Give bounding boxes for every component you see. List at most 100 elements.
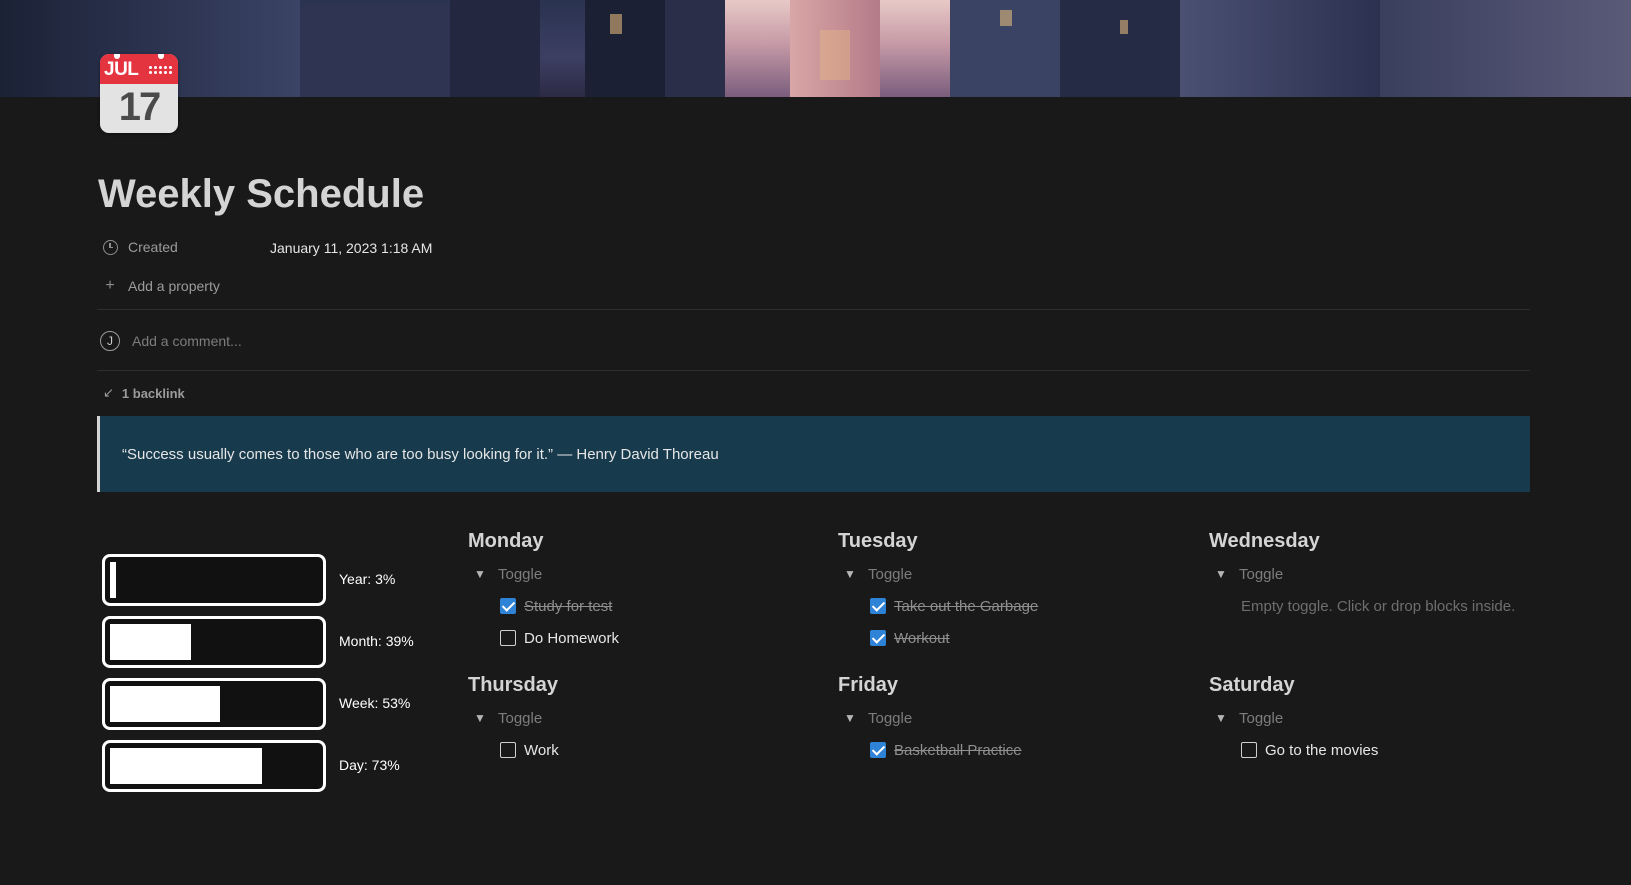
todo-text[interactable]: Go to the movies <box>1265 742 1378 759</box>
todo-text[interactable]: Workout <box>894 630 950 647</box>
day-heading[interactable]: Thursday <box>468 674 798 702</box>
day-column-thursday: Thursday ▼ Toggle Work <box>468 674 798 766</box>
day-column-friday: Friday ▼ Toggle Basketball Practice <box>838 674 1168 766</box>
empty-toggle-hint[interactable]: Empty toggle. Click or drop blocks insid… <box>1241 590 1539 622</box>
todo-item[interactable]: Basketball Practice <box>870 734 1168 766</box>
day-heading[interactable]: Wednesday <box>1209 530 1539 558</box>
toggle-block[interactable]: ▼ Toggle <box>474 702 798 734</box>
page-title[interactable]: Weekly Schedule <box>98 172 424 217</box>
checkbox-unchecked[interactable] <box>500 742 516 758</box>
calendar-dots-icon <box>148 65 172 75</box>
quote-text: “Success usually comes to those who are … <box>122 445 719 463</box>
checkbox-checked[interactable] <box>870 742 886 758</box>
todo-item[interactable]: Work <box>500 734 798 766</box>
quote-block[interactable]: “Success usually comes to those who are … <box>97 416 1530 492</box>
checkbox-checked[interactable] <box>870 598 886 614</box>
comment-placeholder: Add a comment... <box>132 333 242 349</box>
calendar-header: JUL <box>100 54 178 84</box>
todo-item[interactable]: Take out the Garbage <box>870 590 1168 622</box>
property-created[interactable]: Created <box>102 239 178 255</box>
progress-bar-fill <box>110 686 220 722</box>
toggle-block[interactable]: ▼ Toggle <box>1215 702 1539 734</box>
checkbox-checked[interactable] <box>870 630 886 646</box>
cover-building <box>1380 0 1631 97</box>
todo-text[interactable]: Study for test <box>524 598 612 615</box>
calendar-ring-icon <box>158 54 164 59</box>
arrow-down-left-icon: ↙ <box>103 385 114 400</box>
comment-input[interactable]: J Add a comment... <box>100 331 242 351</box>
day-column-monday: Monday ▼ Toggle Study for test Do Homework <box>468 530 798 654</box>
cover-building <box>1180 0 1380 97</box>
checkbox-checked[interactable] <box>500 598 516 614</box>
todo-text[interactable]: Work <box>524 742 559 759</box>
todo-text[interactable]: Take out the Garbage <box>894 598 1038 615</box>
todo-text[interactable]: Do Homework <box>524 630 619 647</box>
toggle-triangle-icon[interactable]: ▼ <box>1215 711 1227 725</box>
progress-bar-fill <box>110 748 262 784</box>
cover-building <box>450 0 540 97</box>
progress-bar <box>102 554 326 606</box>
cover-building <box>1060 0 1180 97</box>
add-property-label: Add a property <box>128 278 220 294</box>
toggle-label: Toggle <box>868 565 913 583</box>
backlink-button[interactable]: ↙ 1 backlink <box>103 385 185 401</box>
cover-building <box>665 0 725 97</box>
toggle-triangle-icon[interactable]: ▼ <box>844 711 856 725</box>
divider <box>97 370 1530 371</box>
toggle-block[interactable]: ▼ Toggle <box>844 558 1168 590</box>
cover-window <box>1120 20 1128 34</box>
calendar-day: 17 <box>118 85 162 129</box>
checkbox-unchecked[interactable] <box>1241 742 1257 758</box>
progress-label: Day: 73% <box>339 757 400 773</box>
cover-window <box>1000 10 1012 26</box>
toggle-block[interactable]: ▼ Toggle <box>844 702 1168 734</box>
day-column-saturday: Saturday ▼ Toggle Go to the movies <box>1209 674 1539 766</box>
progress-bar <box>102 616 326 668</box>
toggle-triangle-icon[interactable]: ▼ <box>474 567 486 581</box>
toggle-triangle-icon[interactable]: ▼ <box>844 567 856 581</box>
toggle-label: Toggle <box>498 709 543 727</box>
day-heading[interactable]: Tuesday <box>838 530 1168 558</box>
day-heading[interactable]: Friday <box>838 674 1168 702</box>
toggle-block[interactable]: ▼ Toggle <box>1215 558 1539 590</box>
toggle-triangle-icon[interactable]: ▼ <box>474 711 486 725</box>
progress-label: Year: 3% <box>339 571 396 587</box>
day-heading[interactable]: Monday <box>468 530 798 558</box>
cover-building <box>585 0 665 97</box>
toggle-label: Toggle <box>868 709 913 727</box>
toggle-label: Toggle <box>498 565 543 583</box>
property-created-value: January 11, 2023 1:18 AM <box>270 240 433 256</box>
clock-icon <box>102 239 118 255</box>
cover-building <box>300 7 450 97</box>
todo-item[interactable]: Workout <box>870 622 1168 654</box>
progress-bar-fill <box>110 562 116 598</box>
todo-item[interactable]: Go to the movies <box>1241 734 1539 766</box>
progress-bar-fill <box>110 624 191 660</box>
todo-item[interactable]: Do Homework <box>500 622 798 654</box>
divider <box>97 309 1530 310</box>
page-icon-calendar[interactable]: JUL 17 <box>100 54 178 133</box>
progress-label: Month: 39% <box>339 633 414 649</box>
page: JUL 17 Weekly Schedule Created January 1… <box>0 0 1631 885</box>
cover-window <box>820 30 850 80</box>
day-column-tuesday: Tuesday ▼ Toggle Take out the Garbage Workou… <box>838 530 1168 654</box>
add-property-button[interactable]: + Add a property <box>102 277 220 294</box>
progress-label: Week: 53% <box>339 695 411 711</box>
cover-window <box>610 14 622 34</box>
progress-bar <box>102 740 326 792</box>
avatar: J <box>100 331 120 351</box>
progress-bar <box>102 678 326 730</box>
backlink-label: 1 backlink <box>121 385 185 401</box>
todo-item[interactable]: Study for test <box>500 590 798 622</box>
day-heading[interactable]: Saturday <box>1209 674 1539 702</box>
day-column-wednesday: Wednesday ▼ Toggle Empty toggle. Click or d… <box>1209 530 1539 622</box>
cover-image[interactable] <box>0 0 1631 97</box>
property-created-label: Created <box>128 239 178 255</box>
toggle-label: Toggle <box>1239 565 1284 583</box>
calendar-month: JUL <box>104 59 139 80</box>
checkbox-unchecked[interactable] <box>500 630 516 646</box>
toggle-block[interactable]: ▼ Toggle <box>474 558 798 590</box>
toggle-triangle-icon[interactable]: ▼ <box>1215 567 1227 581</box>
plus-icon: + <box>105 277 115 294</box>
todo-text[interactable]: Basketball Practice <box>894 742 1022 759</box>
